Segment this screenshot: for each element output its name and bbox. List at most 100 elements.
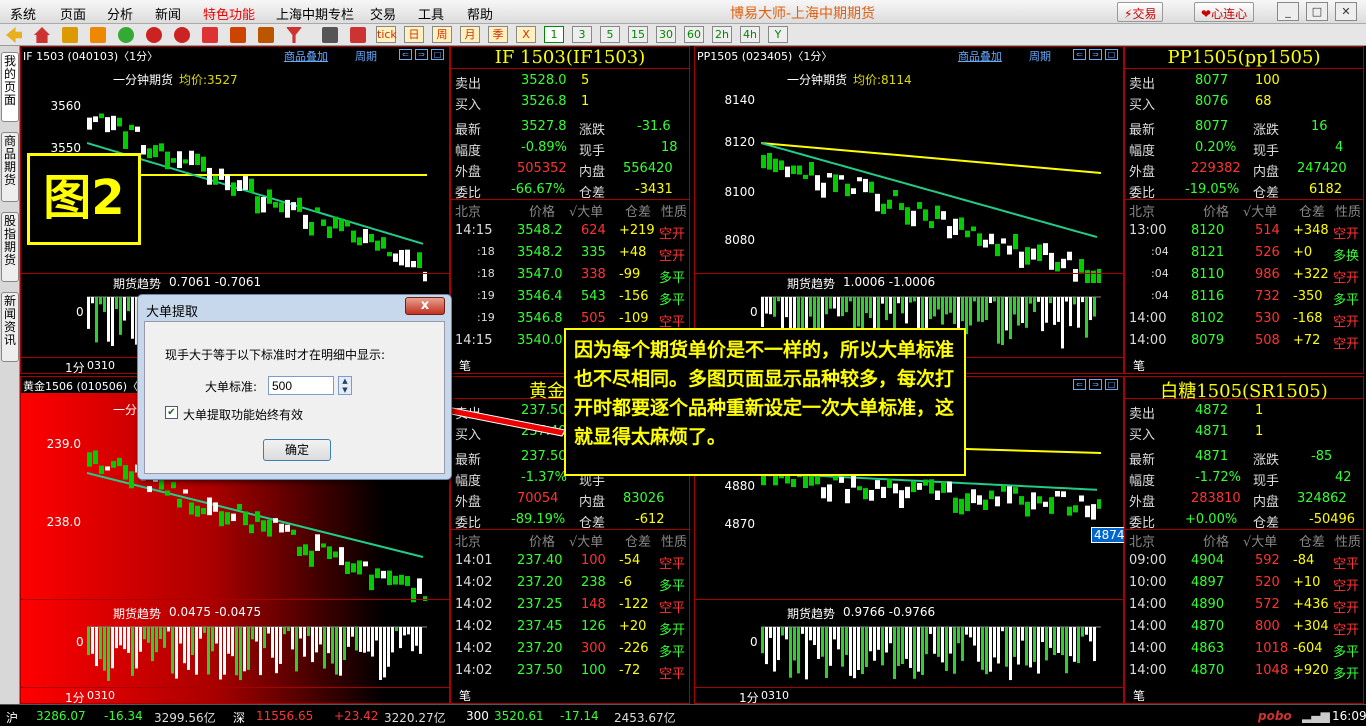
season-button[interactable]: 季 [488, 26, 508, 43]
quote-row: 外盘 229382 内盘 247420 [1125, 161, 1363, 181]
menu-tools[interactable]: 工具 [418, 4, 444, 23]
window-next-icon[interactable]: ⇒ [415, 49, 428, 60]
chart-panel[interactable]: PP1505 (023405)〈1分〉 商品叠加 周期 ⇐ ⇒ □ 一分钟期货 均价:8114… [694, 46, 1124, 375]
overlay-link[interactable]: 商品叠加 [284, 48, 328, 64]
ticks-col-header: √大单 [1243, 535, 1278, 550]
period-2h-button[interactable]: 2h [712, 26, 732, 43]
period-1-button[interactable]: 1 [544, 26, 564, 43]
day-button[interactable]: 日 [404, 26, 424, 43]
pane-divider [695, 599, 1123, 600]
quote-sell-l: 卖出 [1129, 407, 1156, 422]
window-prev-icon[interactable]: ⇐ [399, 49, 412, 60]
quote-out: 229382 [1191, 161, 1241, 176]
period-60-button[interactable]: 60 [684, 26, 704, 43]
window-prev-icon[interactable]: ⇐ [1073, 49, 1086, 60]
window-prev-icon[interactable]: ⇐ [1073, 379, 1086, 390]
bi-label: 笔 [1133, 359, 1146, 373]
period-5-button[interactable]: 5 [600, 26, 620, 43]
menu-news[interactable]: 新闻 [155, 4, 181, 23]
quote-row: 卖出 3528.0 5 [451, 73, 689, 93]
window-next-icon[interactable]: ⇒ [1089, 49, 1102, 60]
tick-row: 14:00 4870 1048 +920 多开 [1125, 663, 1363, 683]
menu-analysis[interactable]: 分析 [107, 4, 133, 23]
tick-button[interactable]: tick [376, 26, 397, 43]
std-input[interactable] [268, 376, 334, 395]
tick-cell: 520 [1255, 575, 1280, 590]
menu-help[interactable]: 帮助 [467, 4, 493, 23]
std-stepper[interactable]: ▲ ▼ [338, 376, 352, 395]
tick-cell: +219 [619, 223, 655, 238]
tick-cell: 3546.8 [517, 311, 563, 326]
quote-in-l: 内盘 [1253, 165, 1280, 180]
close-icon[interactable]: ✕ [1335, 2, 1357, 21]
chart-icon[interactable] [90, 27, 106, 43]
ticks-col-header: 价格 [1203, 205, 1230, 220]
home-icon[interactable] [34, 27, 50, 43]
period-link[interactable]: 周期 [1029, 48, 1051, 64]
status-bar: 沪 3286.07 -16.34 3299.56亿 深 11556.65 +23… [0, 704, 1366, 726]
menu-system[interactable]: 系统 [10, 4, 36, 23]
book-icon[interactable] [62, 27, 78, 43]
tick-cell: 543 [581, 289, 606, 304]
refresh-icon[interactable] [118, 27, 134, 43]
tick-cell: 多平 [659, 293, 686, 308]
quote-in-l: 内盘 [1253, 495, 1280, 510]
month-button[interactable]: 月 [460, 26, 480, 43]
back-icon[interactable] [6, 27, 22, 43]
quote-divider [1125, 199, 1363, 200]
tick-cell: 8110 [1191, 267, 1225, 282]
ok-button[interactable]: 确定 [263, 439, 331, 461]
window-max-icon[interactable]: □ [431, 49, 444, 60]
pen-icon[interactable] [230, 27, 246, 43]
xinlian-button[interactable]: ❤心连心 [1194, 2, 1255, 22]
period-15-button[interactable]: 15 [628, 26, 648, 43]
tick-row: :18 3547.0 338 -99 多平 [451, 267, 689, 287]
paint-icon[interactable] [258, 27, 274, 43]
overlay-link[interactable]: 商品叠加 [958, 48, 1002, 64]
i300-label: 300 [466, 709, 489, 723]
figure-label: 图2 [27, 153, 141, 245]
always-checkbox[interactable]: ✔ [165, 406, 178, 419]
week-button[interactable]: 周 [432, 26, 452, 43]
table-icon[interactable] [350, 27, 366, 43]
menu-trade[interactable]: 交易 [370, 4, 396, 23]
quote-buy-v: 68 [1255, 94, 1272, 109]
dialog-close-button[interactable]: x [405, 297, 445, 315]
quote-cur: 18 [661, 140, 678, 155]
tab-my-page[interactable]: 我的页面 [1, 52, 19, 122]
x-button[interactable]: X [516, 26, 536, 43]
quote-sell-p: 8077 [1195, 73, 1229, 88]
window-max-icon[interactable]: □ [1105, 49, 1118, 60]
menu-page[interactable]: 页面 [60, 4, 86, 23]
menu-special[interactable]: 特色功能 [203, 4, 255, 23]
quote-wb: -19.05% [1185, 182, 1240, 197]
menu-column[interactable]: 上海中期专栏 [276, 4, 354, 23]
window-icon[interactable] [202, 27, 218, 43]
tick-cell: 3548.2 [517, 223, 563, 238]
minimize-button[interactable]: _ [1277, 2, 1299, 21]
period-30-button[interactable]: 30 [656, 26, 676, 43]
window-max-icon[interactable]: □ [1105, 379, 1118, 390]
trade-button[interactable]: ⚡交易 [1117, 2, 1164, 22]
maximize-button[interactable]: □ [1306, 2, 1328, 21]
quote-last-l: 最新 [1129, 453, 1156, 468]
period-3-button[interactable]: 3 [572, 26, 592, 43]
quote-cur-l: 现手 [1253, 474, 1280, 489]
tab-news[interactable]: 新闻资讯 [1, 292, 19, 362]
filter-icon[interactable] [286, 27, 302, 43]
contract-code: PP1505 (023405)〈1分〉 [697, 50, 833, 63]
y-tick-label: 4880 [724, 479, 755, 493]
list-icon[interactable] [322, 27, 338, 43]
period-link[interactable]: 周期 [355, 48, 377, 64]
zoom-in-icon[interactable] [146, 27, 162, 43]
tab-commodity-futures[interactable]: 商品期货 [1, 132, 19, 202]
quote-chg: -85 [1311, 449, 1333, 464]
zoom-out-icon[interactable] [174, 27, 190, 43]
price-chart [761, 142, 1101, 283]
quote-sell-l: 卖出 [1129, 77, 1156, 92]
quote-title: IF 1503(IF1503) [451, 47, 689, 69]
period-y-button[interactable]: Y [768, 26, 788, 43]
window-next-icon[interactable]: ⇒ [1089, 379, 1102, 390]
tab-index-futures[interactable]: 股指期货 [1, 212, 19, 282]
period-4h-button[interactable]: 4h [740, 26, 760, 43]
